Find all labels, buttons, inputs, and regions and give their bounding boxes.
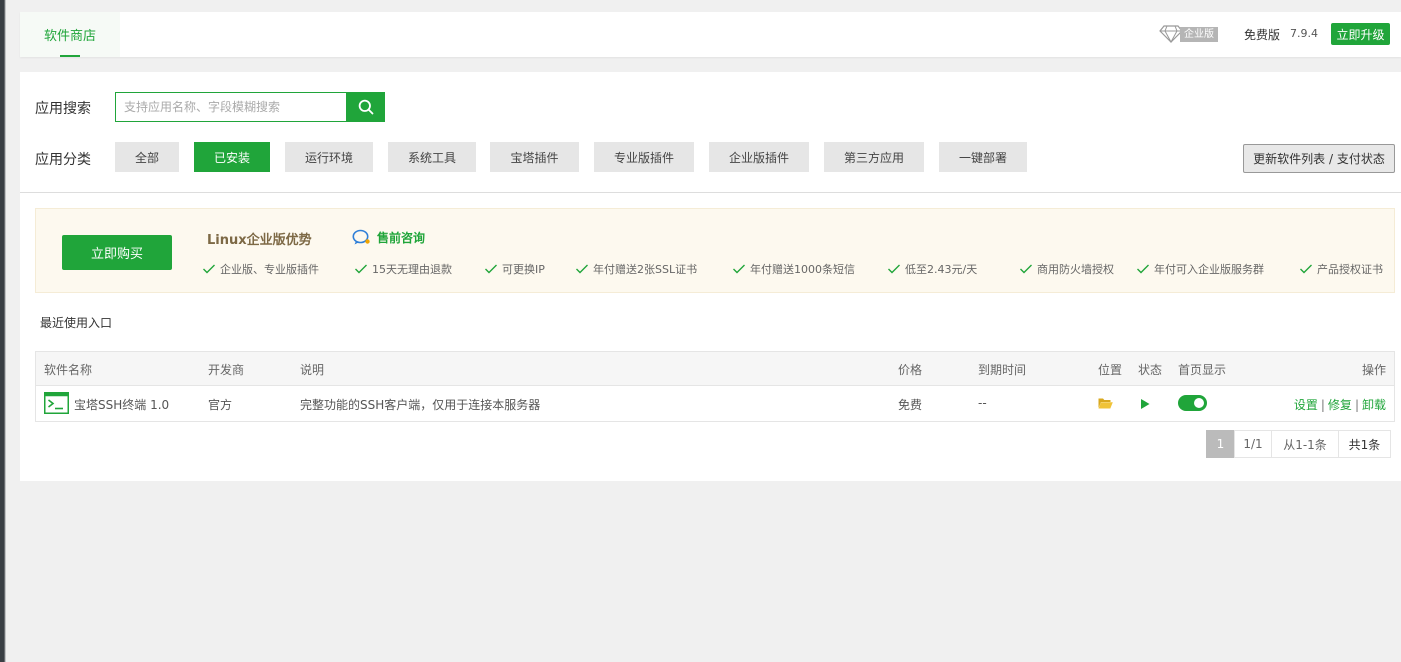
enterprise-badge-label: 企业版 [1180,26,1218,42]
version-number: 7.9.4 [1290,27,1318,40]
page-current[interactable]: 1 [1206,430,1235,458]
page-range: 从1-1条 [1271,430,1339,458]
feature-item: 年付可入企业版服务群 [1136,261,1264,277]
presale-consult-label: 售前咨询 [377,231,426,245]
category-pro-plugins[interactable]: 专业版插件 [594,142,694,172]
col-developer: 开发商 [208,363,245,377]
promo-title: Linux企业版优势 [207,233,312,248]
software-name: 宝塔SSH终端 1.0 [74,398,170,412]
software-price: 免费 [898,398,923,412]
search-button[interactable] [346,92,385,122]
check-icon [1137,264,1149,274]
feature-text: 企业版、专业版插件 [220,263,319,276]
col-actions: 操作 [1361,363,1386,377]
table-row: 宝塔SSH终端 1.0 官方 完整功能的SSH客户端，仅用于连接本服务器 免费 … [36,386,1394,421]
search-input[interactable] [124,100,347,114]
col-location: 位置 [1098,363,1123,377]
check-icon [733,264,745,274]
feature-item: 15天无理由退款 [354,261,452,277]
homepage-display-toggle[interactable] [1178,395,1207,411]
feature-item: 年付赠送1000条短信 [732,261,855,277]
check-icon [888,264,900,274]
search-label: 应用搜索 [35,101,91,117]
check-icon [1020,264,1032,274]
feature-text: 可更换IP [502,263,545,276]
check-icon [355,264,367,274]
enterprise-promo: 立即购买 Linux企业版优势 售前咨询 企业版、专业版插件 15天无理由退款 … [35,208,1395,293]
software-developer: 官方 [208,398,233,412]
feature-text: 商用防火墙授权 [1037,263,1114,276]
top-header: 软件商店 企业版 免费版 7.9.4 立即升级 [20,12,1401,57]
check-icon [576,264,588,274]
refresh-list-button[interactable]: 更新软件列表 / 支付状态 [1243,144,1395,173]
feature-text: 年付赠送1000条短信 [750,263,855,276]
software-table: 软件名称 开发商 说明 价格 到期时间 位置 状态 首页显示 操作 宝塔SSH终… [35,351,1395,422]
settings-link[interactable]: 设置 [1294,398,1318,412]
col-name: 软件名称 [44,363,93,377]
category-enterprise-plugins[interactable]: 企业版插件 [709,142,809,172]
uninstall-link[interactable]: 卸载 [1362,398,1386,412]
check-icon [1300,264,1312,274]
category-label: 应用分类 [35,152,91,168]
col-status: 状态 [1138,363,1163,377]
category-bt-plugins[interactable]: 宝塔插件 [490,142,579,172]
play-icon[interactable] [1140,398,1150,410]
check-icon [203,264,215,274]
check-icon [485,264,497,274]
feature-item: 企业版、专业版插件 [202,261,319,277]
col-description: 说明 [300,363,325,377]
feature-text: 产品授权证书 [1317,263,1383,276]
buy-now-button[interactable]: 立即购买 [62,235,172,270]
category-one-click-deploy[interactable]: 一键部署 [939,142,1027,172]
main-panel: 应用搜索 应用分类 全部 已安装 运行环境 系统工具 宝塔插件 专业版插件 企业… [20,72,1401,481]
feature-item: 可更换IP [484,261,545,277]
search-box [115,92,347,122]
pagination: 1 1/1 从1-1条 共1条 [1206,430,1391,458]
feature-item: 产品授权证书 [1299,261,1383,277]
page-total: 共1条 [1338,430,1391,458]
tab-software-store[interactable]: 软件商店 [20,12,120,57]
category-system-tools[interactable]: 系统工具 [388,142,476,172]
folder-open-icon[interactable] [1098,397,1113,409]
category-installed[interactable]: 已安装 [194,142,270,172]
software-expiry: -- [978,396,987,410]
feature-text: 年付可入企业版服务群 [1154,263,1264,276]
page-count: 1/1 [1234,430,1272,458]
table-header: 软件名称 开发商 说明 价格 到期时间 位置 状态 首页显示 操作 [36,352,1394,386]
feature-item: 商用防火墙授权 [1019,261,1114,277]
col-homepage: 首页显示 [1178,363,1227,377]
feature-text: 低至2.43元/天 [905,263,978,276]
repair-link[interactable]: 修复 [1328,398,1352,412]
feature-text: 年付赠送2张SSL证书 [593,263,698,276]
category-all[interactable]: 全部 [115,142,179,172]
col-price: 价格 [898,363,923,377]
feature-item: 低至2.43元/天 [887,261,977,277]
category-third-party[interactable]: 第三方应用 [824,142,924,172]
feature-item: 年付赠送2张SSL证书 [575,261,697,277]
terminal-icon [44,392,69,414]
feature-list: 企业版、专业版插件 15天无理由退款 可更换IP 年付赠送2张SSL证书 年付赠… [202,261,1392,277]
window-edge [0,0,6,662]
tab-software-store-label: 软件商店 [43,29,96,44]
upgrade-button[interactable]: 立即升级 [1331,23,1390,45]
search-icon [358,99,373,115]
col-expiry: 到期时间 [978,363,1027,377]
category-runtime[interactable]: 运行环境 [285,142,373,172]
presale-consult-link[interactable]: 售前咨询 [352,229,425,246]
edition-label: 免费版 [1244,28,1281,42]
row-actions: 设置 | 修复 | 卸载 [1293,398,1386,412]
recent-entry-label: 最近使用入口 [40,316,113,330]
feature-text: 15天无理由退款 [372,263,452,276]
divider [20,192,1401,193]
enterprise-badge[interactable]: 企业版 [1159,25,1218,43]
chat-bubble-icon [352,229,370,245]
software-description: 完整功能的SSH客户端，仅用于连接本服务器 [300,398,541,412]
